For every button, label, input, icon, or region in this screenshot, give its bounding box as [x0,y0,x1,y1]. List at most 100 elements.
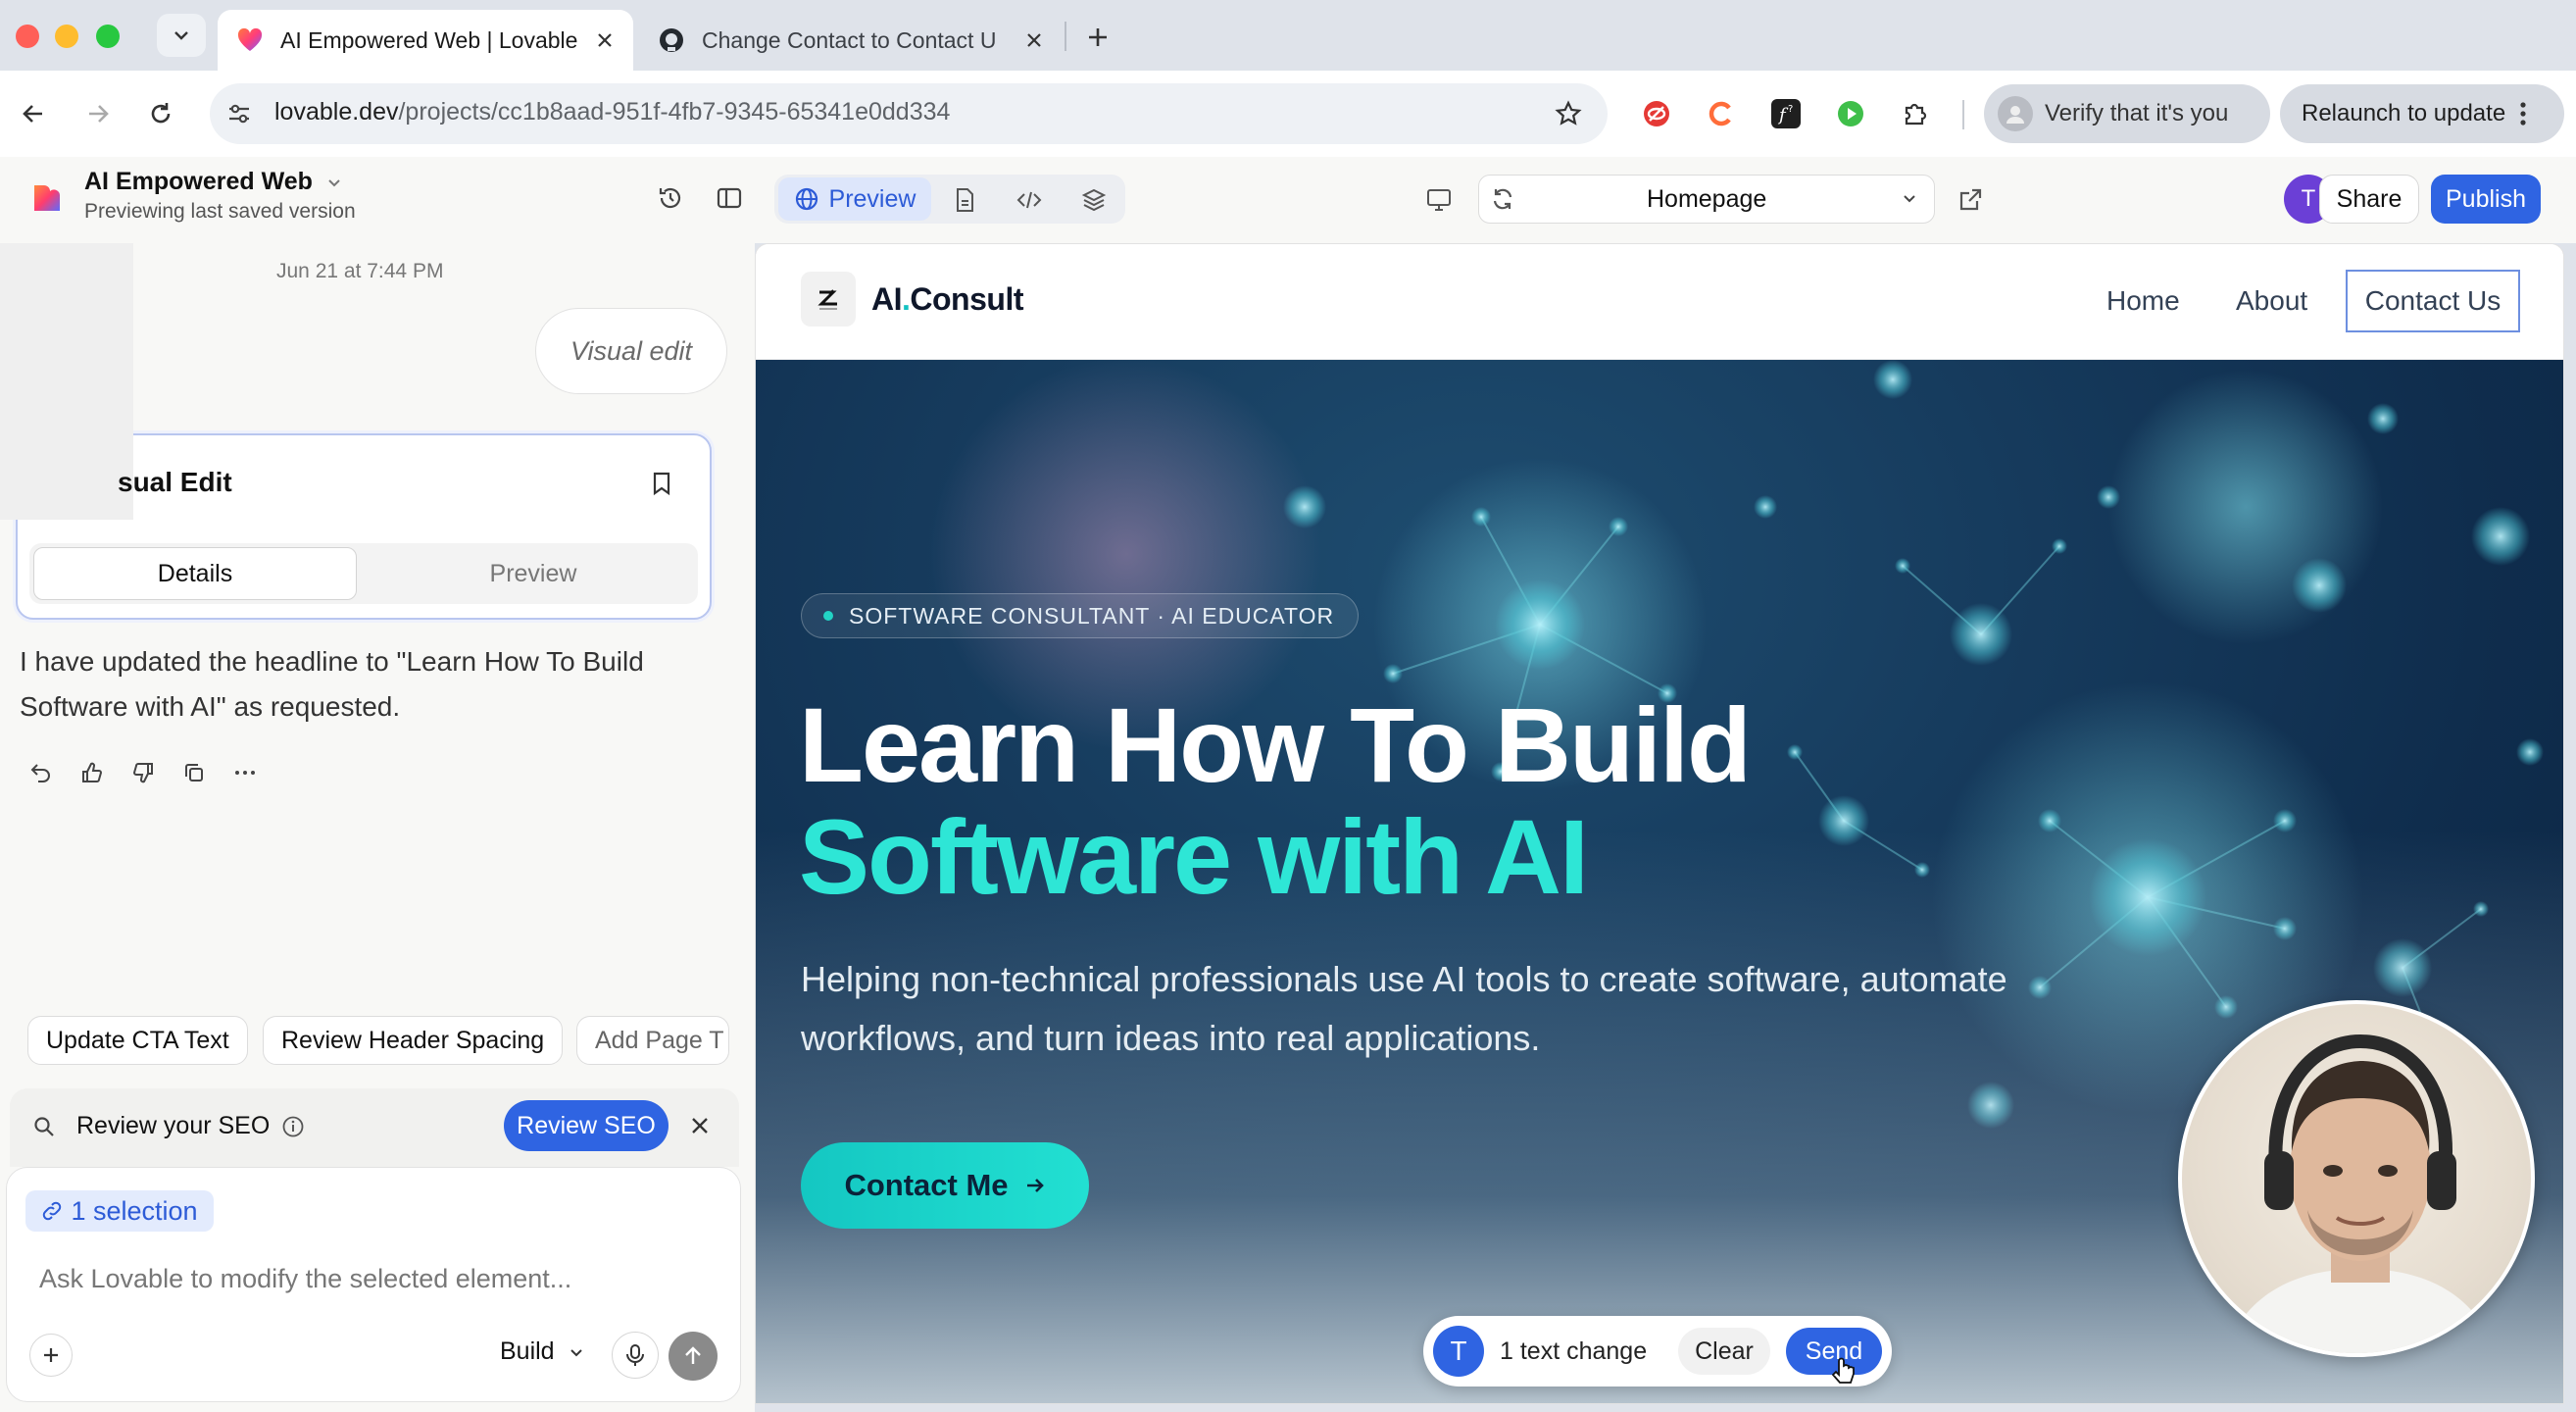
brand-part: AI [871,281,903,317]
layers-icon [1081,188,1107,212]
project-name-dropdown[interactable]: AI Empowered Web [84,168,342,196]
document-icon [957,188,973,212]
chevron-down-icon [174,31,188,40]
info-icon[interactable] [281,1115,305,1138]
tab-lovable[interactable]: AI Empowered Web | Lovable [218,10,633,71]
voice-input-button[interactable] [612,1332,659,1379]
back-button[interactable] [14,94,53,133]
tab-github[interactable]: Change Contact to Contact U [639,10,1063,71]
share-button[interactable]: Share [2319,175,2419,224]
suggestion-chip[interactable]: Update CTA Text [27,1016,248,1065]
preview-mode-tab[interactable]: Preview [778,177,931,221]
toggle-sidebar-button[interactable] [706,175,753,222]
chevron-down-icon [1898,186,1921,210]
site-info-icon[interactable] [222,96,257,131]
presenter-video-icon [2223,1034,2498,1353]
more-horizontal-icon[interactable] [231,759,259,786]
project-status: Previewing last saved version [84,200,356,223]
dismiss-seo-button[interactable] [684,1110,716,1141]
extension-red-icon[interactable] [1639,96,1674,131]
window-close-button[interactable] [16,25,39,48]
clear-changes-button[interactable]: Clear [1678,1328,1770,1375]
chat-input[interactable] [39,1261,706,1296]
extension-play-icon[interactable] [1833,96,1868,131]
globe-icon [794,186,819,212]
code-mode-button[interactable] [1012,182,1047,218]
arrow-left-icon [23,105,42,123]
project-name: AI Empowered Web [84,168,313,195]
lovable-logo-icon[interactable] [27,180,65,218]
extension-c-icon[interactable] [1704,96,1739,131]
copy-icon[interactable] [180,759,208,786]
file-mode-button[interactable] [947,182,982,218]
new-tab-button[interactable] [1078,18,1117,57]
lovable-favicon-icon [237,27,263,53]
link-icon [41,1200,63,1222]
attach-button[interactable] [29,1334,73,1377]
hero-headline-line1: Learn How To Build [799,685,1752,804]
desktop-view-button[interactable] [1421,182,1457,218]
suggestion-chip[interactable]: Review Header Spacing [263,1016,564,1065]
relaunch-update-chip[interactable]: Relaunch to update [2280,84,2564,143]
history-icon [659,187,681,209]
chevron-down-icon [326,175,342,190]
arrow-right-icon [89,105,109,123]
bookmark-icon [653,472,670,496]
suggestion-chip[interactable]: Add Page T [576,1016,729,1065]
close-icon[interactable] [1025,31,1043,49]
url-text[interactable]: lovable.dev/projects/cc1b8aad-951f-4fb7-… [274,98,950,126]
refresh-preview-button[interactable] [1486,182,1519,216]
tab-search-button[interactable] [157,14,206,57]
nav-home[interactable]: Home [2106,285,2180,317]
arrow-right-icon [1024,1175,1046,1196]
window-maximize-button[interactable] [96,25,120,48]
site-logo-icon[interactable] [801,272,856,327]
message-timestamp: Jun 21 at 7:44 PM [276,260,444,282]
brand-part: Consult [910,281,1023,317]
monitor-icon [1427,189,1451,211]
contact-me-button[interactable]: Contact Me [801,1142,1089,1229]
open-external-button[interactable] [1953,182,1988,218]
window-minimize-button[interactable] [55,25,78,48]
extension-function-icon[interactable]: f? [1768,96,1804,131]
undo-icon[interactable] [27,759,55,786]
nav-contact-selected[interactable]: Contact Us [2346,270,2520,332]
thumbs-up-icon[interactable] [78,759,106,786]
bookmark-star-icon[interactable] [1551,96,1586,131]
chevron-down-icon [569,1344,584,1360]
sidebar-icon [717,187,742,209]
reload-icon [151,103,171,124]
cta-label: Contact Me [844,1168,1009,1202]
toolbar-divider [1962,100,1964,129]
layers-mode-button[interactable] [1076,182,1112,218]
history-button[interactable] [647,175,694,222]
plus-icon [1089,28,1107,46]
verify-identity-chip[interactable]: Verify that it's you [1984,84,2270,143]
review-seo-button[interactable]: Review SEO [504,1100,669,1151]
arrow-up-icon [685,1346,701,1364]
selection-chip[interactable]: 1 selection [25,1190,214,1232]
tab-title: AI Empowered Web | Lovable [280,26,578,53]
microphone-icon [626,1344,644,1366]
close-icon[interactable] [596,31,614,49]
mode-selector[interactable]: Build [500,1337,584,1366]
hero-badge: SOFTWARE CONSULTANT · AI EDUCATOR [801,593,1360,638]
preview-tab[interactable]: Preview [372,547,694,600]
bookmark-button[interactable] [645,467,678,500]
extensions-puzzle-icon[interactable] [1898,96,1933,131]
mode-label: Build [500,1337,555,1365]
forward-button[interactable] [78,94,118,133]
nav-about[interactable]: About [2236,285,2307,317]
tab-title: Change Contact to Contact U [702,26,997,53]
details-tab[interactable]: Details [33,547,357,600]
more-vertical-icon[interactable] [2519,101,2527,126]
tab-divider [1065,22,1066,51]
send-message-button[interactable] [669,1332,718,1381]
publish-button[interactable]: Publish [2431,175,2541,224]
seo-prompt-text: Review your SEO [76,1112,271,1139]
site-brand[interactable]: AI.Consult [871,281,1023,318]
assistant-message: I have updated the headline to "Learn Ho… [20,646,644,722]
hero-badge-text: SOFTWARE CONSULTANT · AI EDUCATOR [849,602,1335,629]
thumbs-down-icon[interactable] [129,759,157,786]
reload-button[interactable] [141,94,180,133]
